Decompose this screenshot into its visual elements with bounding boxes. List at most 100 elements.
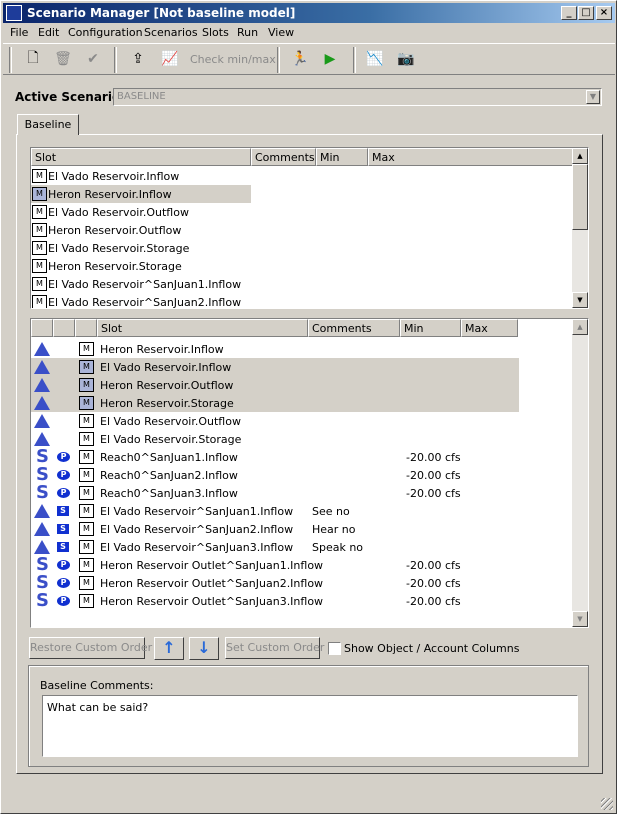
series-slot-icon: M (32, 223, 47, 237)
move-down-arrow-icon[interactable]: ↓ (189, 637, 219, 660)
export-icon[interactable]: ⇪ (127, 48, 149, 70)
minimize-button[interactable]: _ (561, 6, 577, 20)
menu-slots[interactable]: Slots (202, 26, 229, 39)
trash-icon[interactable]: 🗑 (52, 48, 74, 70)
table-row[interactable]: S M El Vado Reservoir^SanJuan2.Inflow Hear … (31, 520, 519, 538)
p-badge-icon: P (57, 578, 70, 588)
table-row[interactable]: M El Vado Reservoir.Storage (31, 239, 251, 257)
maximize-button[interactable]: □ (578, 6, 594, 20)
show-columns-label[interactable]: Show Object / Account Columns (344, 642, 519, 655)
tab-baseline[interactable]: Baseline (17, 114, 79, 135)
camera-icon[interactable]: 📷 (395, 48, 417, 70)
table-row[interactable]: S P M Reach0^SanJuan3.Inflow -20.00 cfs (31, 484, 519, 502)
play-icon[interactable]: ▶ (319, 48, 341, 70)
column-header-comments[interactable]: Comments (308, 319, 400, 337)
p-badge-icon: P (57, 488, 70, 498)
table-row[interactable]: M El Vado Reservoir^SanJuan1.Inflow (31, 275, 251, 293)
column-header-icon[interactable] (75, 319, 97, 337)
move-up-arrow-icon[interactable]: ↑ (154, 637, 184, 660)
new-document-icon[interactable]: 🗋 (22, 48, 44, 70)
reservoir-triangle-icon (34, 378, 50, 392)
slot-comment: Speak no (312, 541, 364, 554)
resize-grip-icon[interactable] (601, 798, 613, 810)
slot-comment: Hear no (312, 523, 356, 536)
checkmark-icon[interactable]: ✔ (82, 48, 104, 70)
menu-view[interactable]: View (268, 26, 294, 39)
restore-custom-order-button[interactable]: Restore Custom Order (29, 637, 152, 659)
table-row[interactable]: M Heron Reservoir.Inflow (31, 185, 251, 203)
toolbar: 🗋 🗑 ✔ ⇪ 📈 Check min/max 🏃 ▶ 📉 📷 (3, 43, 615, 75)
slot-name: Heron Reservoir Outlet^SanJuan2.Inflow (100, 577, 324, 590)
scroll-up-icon[interactable]: ▲ (572, 148, 588, 164)
scroll-up-icon[interactable]: ▲ (572, 319, 588, 335)
column-header-slot[interactable]: Slot (97, 319, 308, 337)
title-bar[interactable]: Scenario Manager [Not baseline model] _ … (3, 3, 615, 23)
table-row[interactable]: M El Vado Reservoir.Storage (31, 430, 519, 448)
slot-table-bottom: Slot Comments Min Max M Heron Reservoir.I… (30, 318, 589, 628)
slot-table-top: Slot Comments Min Max M El Vado Reservoir… (30, 147, 589, 309)
toolbar-grip[interactable] (353, 47, 356, 73)
scroll-down-icon[interactable]: ▼ (572, 292, 588, 308)
column-header-min[interactable]: Min (316, 148, 368, 166)
scroll-down-icon[interactable]: ▼ (572, 611, 588, 627)
toolbar-grip[interactable] (9, 47, 12, 73)
toolbar-grip[interactable] (114, 47, 117, 73)
table-row[interactable]: S P M Heron Reservoir Outlet^SanJuan1.Inflo… (31, 556, 519, 574)
check-min-max-button[interactable]: Check min/max (190, 53, 276, 66)
table-row[interactable]: M Heron Reservoir.Outflow (31, 376, 519, 394)
table-row[interactable]: M El Vado Reservoir.Inflow (31, 167, 251, 185)
menu-run[interactable]: Run (237, 26, 258, 39)
slot-name: El Vado Reservoir.Storage (48, 242, 190, 255)
reservoir-triangle-icon (34, 342, 50, 356)
table-row[interactable]: M El Vado Reservoir.Outflow (31, 203, 251, 221)
column-header-type[interactable] (31, 319, 53, 337)
table-row[interactable]: M El Vado Reservoir^SanJuan2.Inflow (31, 293, 251, 308)
slot-name: El Vado Reservoir.Inflow (48, 170, 180, 183)
menu-scenarios[interactable]: Scenarios (144, 26, 198, 39)
column-header-min[interactable]: Min (400, 319, 461, 337)
baseline-comments-textarea[interactable]: What can be said? (42, 695, 578, 757)
set-custom-order-button[interactable]: Set Custom Order (225, 637, 324, 659)
bottom-table-scrollbar[interactable]: ▲ ▼ (572, 319, 588, 627)
table-row[interactable]: S P M Heron Reservoir Outlet^SanJuan3.Inflo… (31, 592, 519, 610)
s-badge-icon: S (57, 524, 69, 534)
top-table-scrollbar[interactable]: ▲ ▼ (572, 148, 588, 308)
show-columns-checkbox[interactable] (328, 642, 341, 655)
plot-icon[interactable]: 📉 (364, 48, 386, 70)
table-row[interactable]: M Heron Reservoir.Inflow (31, 340, 519, 358)
close-button[interactable]: × (596, 6, 612, 20)
slot-name: Reach0^SanJuan2.Inflow (100, 469, 238, 482)
reservoir-triangle-icon (34, 414, 50, 428)
menu-file[interactable]: File (10, 26, 28, 39)
table-row[interactable]: M Heron Reservoir.Outflow (31, 221, 251, 239)
table-row[interactable]: S M El Vado Reservoir^SanJuan3.Inflow Speak… (31, 538, 519, 556)
table-row[interactable]: S P M Reach0^SanJuan2.Inflow -20.00 cfs (31, 466, 519, 484)
toolbar-grip[interactable] (277, 47, 280, 73)
menu-configuration[interactable]: Configuration (68, 26, 143, 39)
slot-name: Heron Reservoir Outlet^SanJuan3.Inflow (100, 595, 324, 608)
table-row[interactable]: S M El Vado Reservoir^SanJuan1.Inflow See n… (31, 502, 519, 520)
runner-icon[interactable]: 🏃 (289, 48, 311, 70)
column-header-max[interactable]: Max (461, 319, 518, 337)
column-header-comments[interactable]: Comments (251, 148, 316, 166)
slot-name: El Vado Reservoir.Outflow (100, 415, 241, 428)
table-row[interactable]: M Heron Reservoir.Storage (31, 257, 251, 275)
table-row[interactable]: M Heron Reservoir.Storage (31, 394, 519, 412)
active-scenario-select[interactable]: BASELINE ▼ (113, 88, 602, 106)
series-slot-icon: M (79, 594, 94, 608)
menu-edit[interactable]: Edit (38, 26, 59, 39)
column-header-slot[interactable]: Slot (31, 148, 251, 166)
table-row[interactable]: S P M Reach0^SanJuan1.Inflow -20.00 cfs (31, 448, 519, 466)
s-badge-icon: S (57, 506, 69, 516)
scroll-thumb[interactable] (572, 164, 588, 230)
reservoir-triangle-icon (34, 360, 50, 374)
reservoir-triangle-icon (34, 540, 50, 554)
chevron-down-icon[interactable]: ▼ (586, 90, 600, 104)
table-row[interactable]: S P M Heron Reservoir Outlet^SanJuan2.Inflo… (31, 574, 519, 592)
column-header-max[interactable]: Max (368, 148, 573, 166)
table-row[interactable]: M El Vado Reservoir.Inflow (31, 358, 519, 376)
table-row[interactable]: M El Vado Reservoir.Outflow (31, 412, 519, 430)
active-scenario-value: BASELINE (117, 91, 166, 102)
column-header-badge[interactable] (53, 319, 75, 337)
chart-small-icon[interactable]: 📈 (159, 48, 181, 70)
